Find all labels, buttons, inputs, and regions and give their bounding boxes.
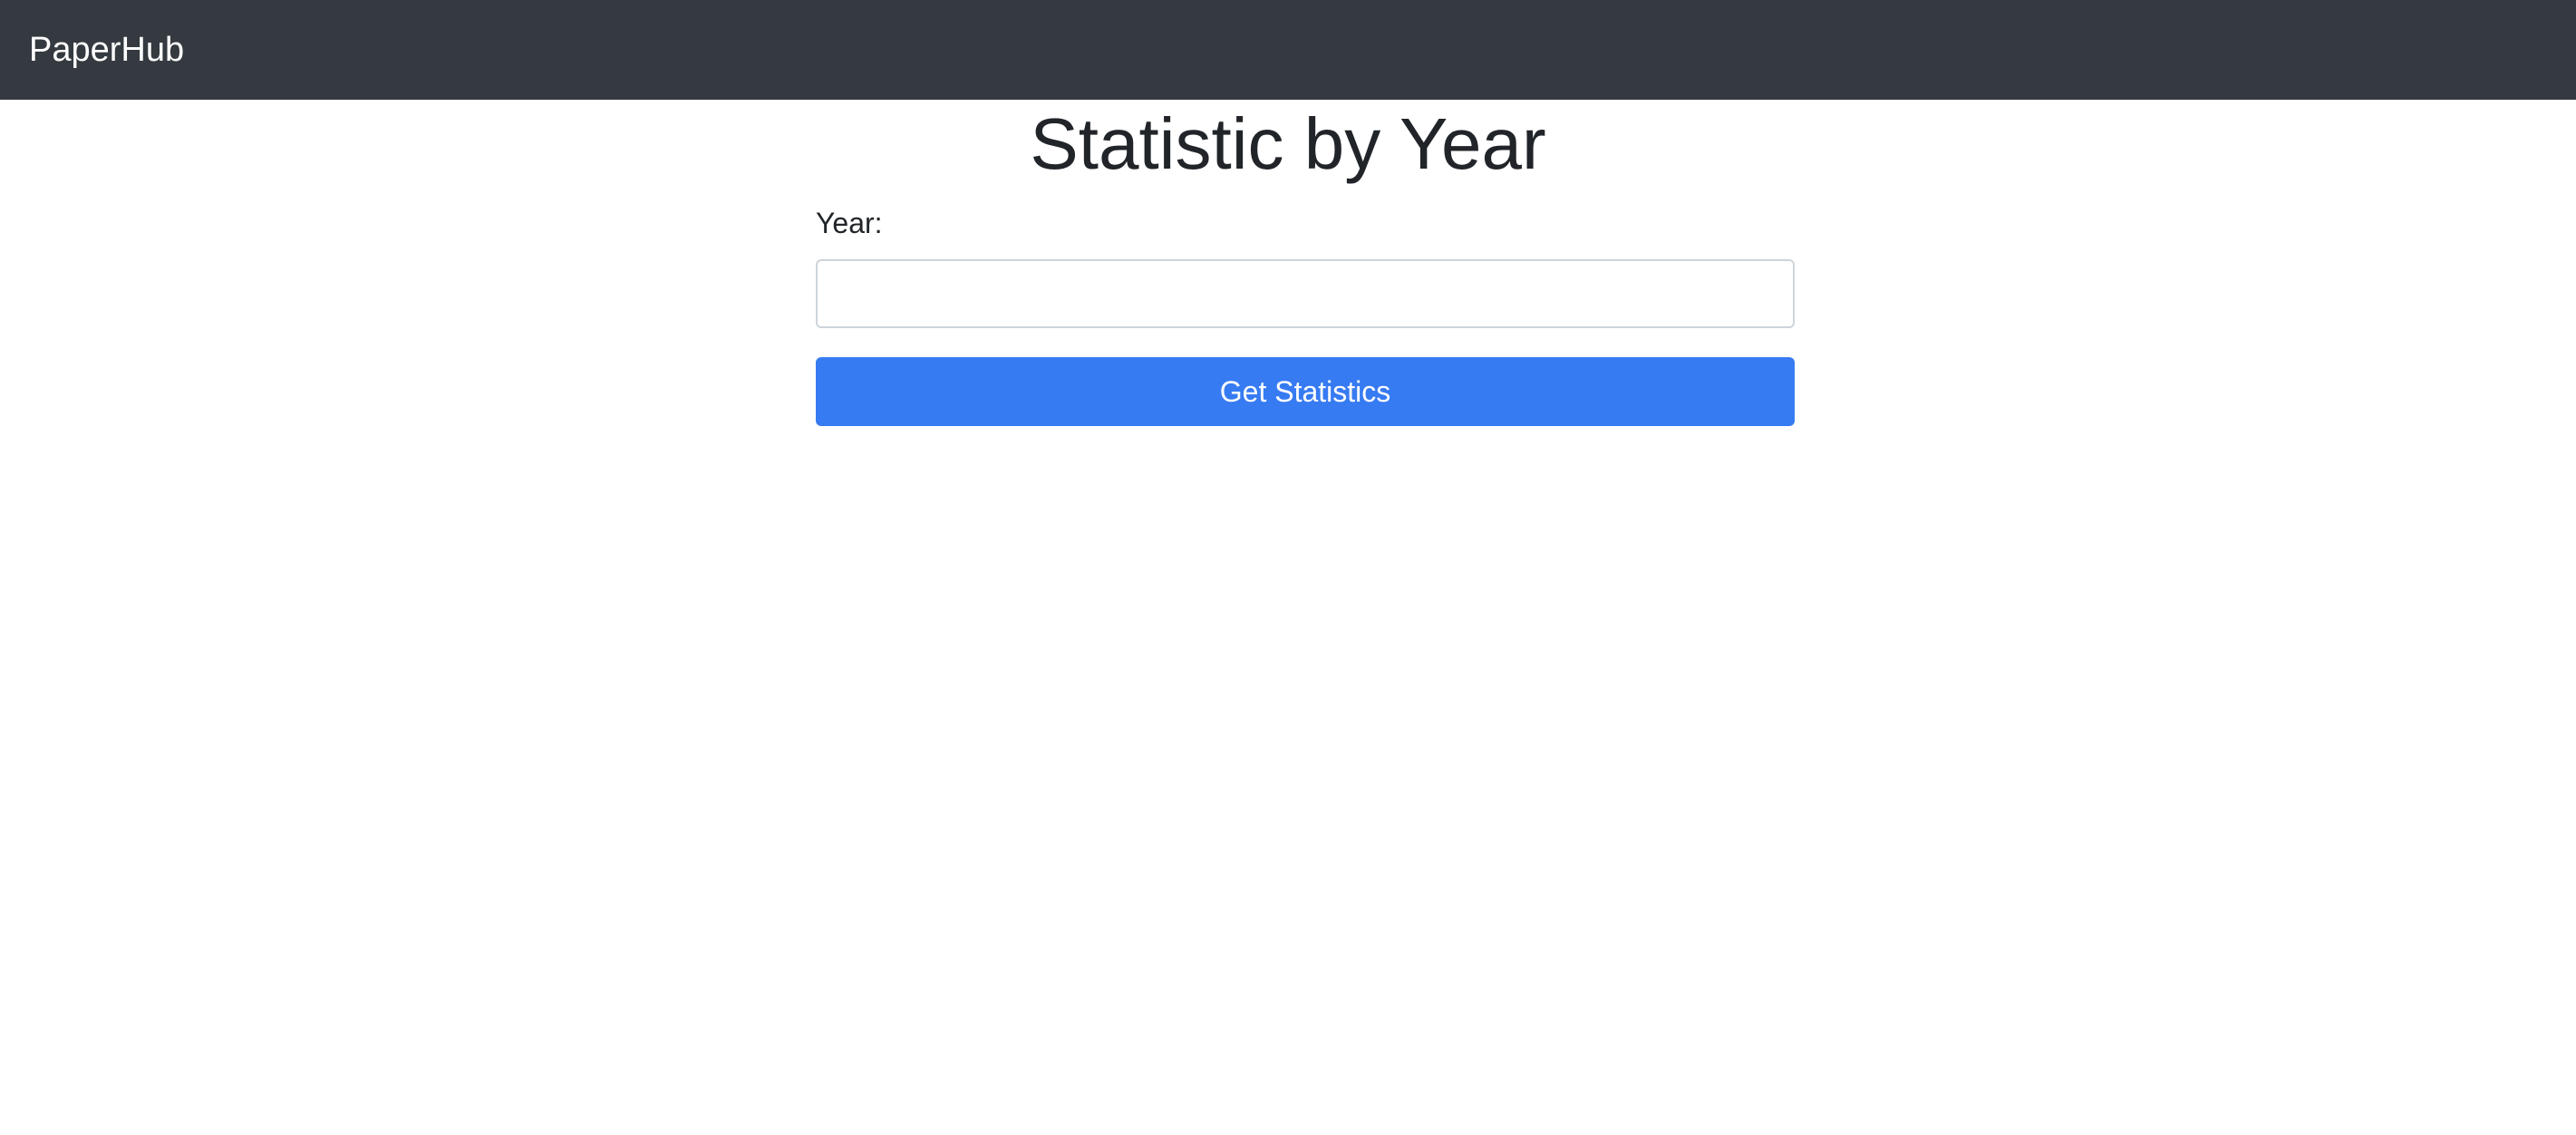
- top-navbar: PaperHub: [0, 0, 2576, 100]
- year-input[interactable]: [816, 259, 1795, 328]
- statistics-form: Year: Get Statistics: [816, 199, 1795, 426]
- page-title: Statistic by Year: [1030, 103, 1546, 184]
- brand-link[interactable]: PaperHub: [29, 0, 184, 100]
- get-statistics-button[interactable]: Get Statistics: [816, 357, 1795, 426]
- year-label: Year:: [816, 207, 883, 239]
